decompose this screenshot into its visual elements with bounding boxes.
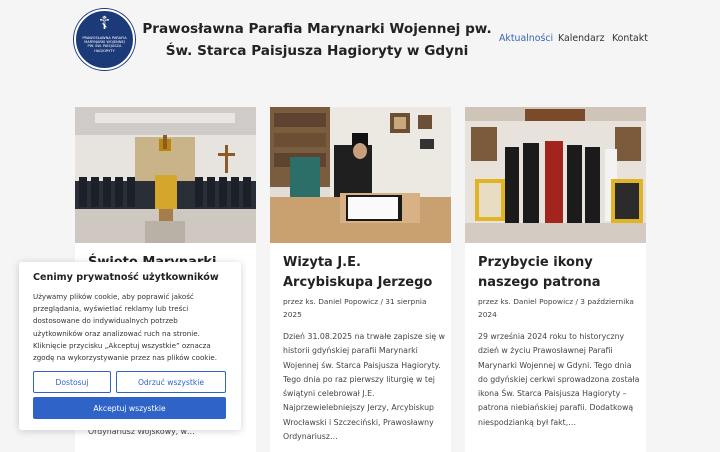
post-image-icon-arrival[interactable]: [465, 107, 646, 243]
cookie-title: Cenimy prywatność użytkowników: [33, 272, 219, 283]
post-title[interactable]: Wizyta J.E. Arcybiskupa Jerzego: [283, 253, 443, 293]
site-logo[interactable]: ☦ Prawosławna Parafia Marynarki Wojennej…: [74, 9, 135, 70]
post-meta: przez ks. Daniel Popowicz / 3 październi…: [478, 297, 634, 319]
post-image-naval-service[interactable]: [75, 107, 256, 243]
orthodox-cross-icon: ☦: [98, 13, 111, 34]
nav-item-aktualnosci[interactable]: Aktualności: [499, 33, 553, 44]
post-card: Przybycie ikony naszego patrona przez ks…: [465, 107, 646, 452]
customize-button[interactable]: Dostosuj: [33, 371, 111, 393]
cookie-consent-banner: Cenimy prywatność użytkowników Używamy p…: [19, 262, 241, 430]
accept-all-button[interactable]: Akceptuj wszystkie: [33, 397, 226, 419]
cookie-body: Używamy plików cookie, aby poprawić jako…: [33, 292, 217, 363]
logo-text: Prawosławna Parafia Marynarki Wojennej p…: [82, 36, 127, 53]
nav-item-kontakt[interactable]: Kontakt: [612, 33, 648, 44]
site-header: ☦ Prawosławna Parafia Marynarki Wojennej…: [0, 0, 720, 80]
post-meta: przez ks. Daniel Popowicz / 31 sierpnia …: [283, 297, 427, 319]
post-title[interactable]: Przybycie ikony naszego patrona: [478, 253, 638, 293]
nav-item-kalendarz[interactable]: Kalendarz: [558, 33, 605, 44]
post-excerpt: Dzień 31.08.2025 na trwałe zapisze się w…: [283, 332, 446, 442]
reject-all-button[interactable]: Odrzuć wszystkie: [116, 371, 226, 393]
post-card: Wizyta J.E. Arcybiskupa Jerzego przez ks…: [270, 107, 451, 452]
site-title[interactable]: Prawosławna Parafia Marynarki Wojennej p…: [142, 18, 492, 62]
post-image-archbishop-visit[interactable]: [270, 107, 451, 243]
post-excerpt: 29 września 2024 roku to historyczny dzi…: [478, 332, 640, 427]
